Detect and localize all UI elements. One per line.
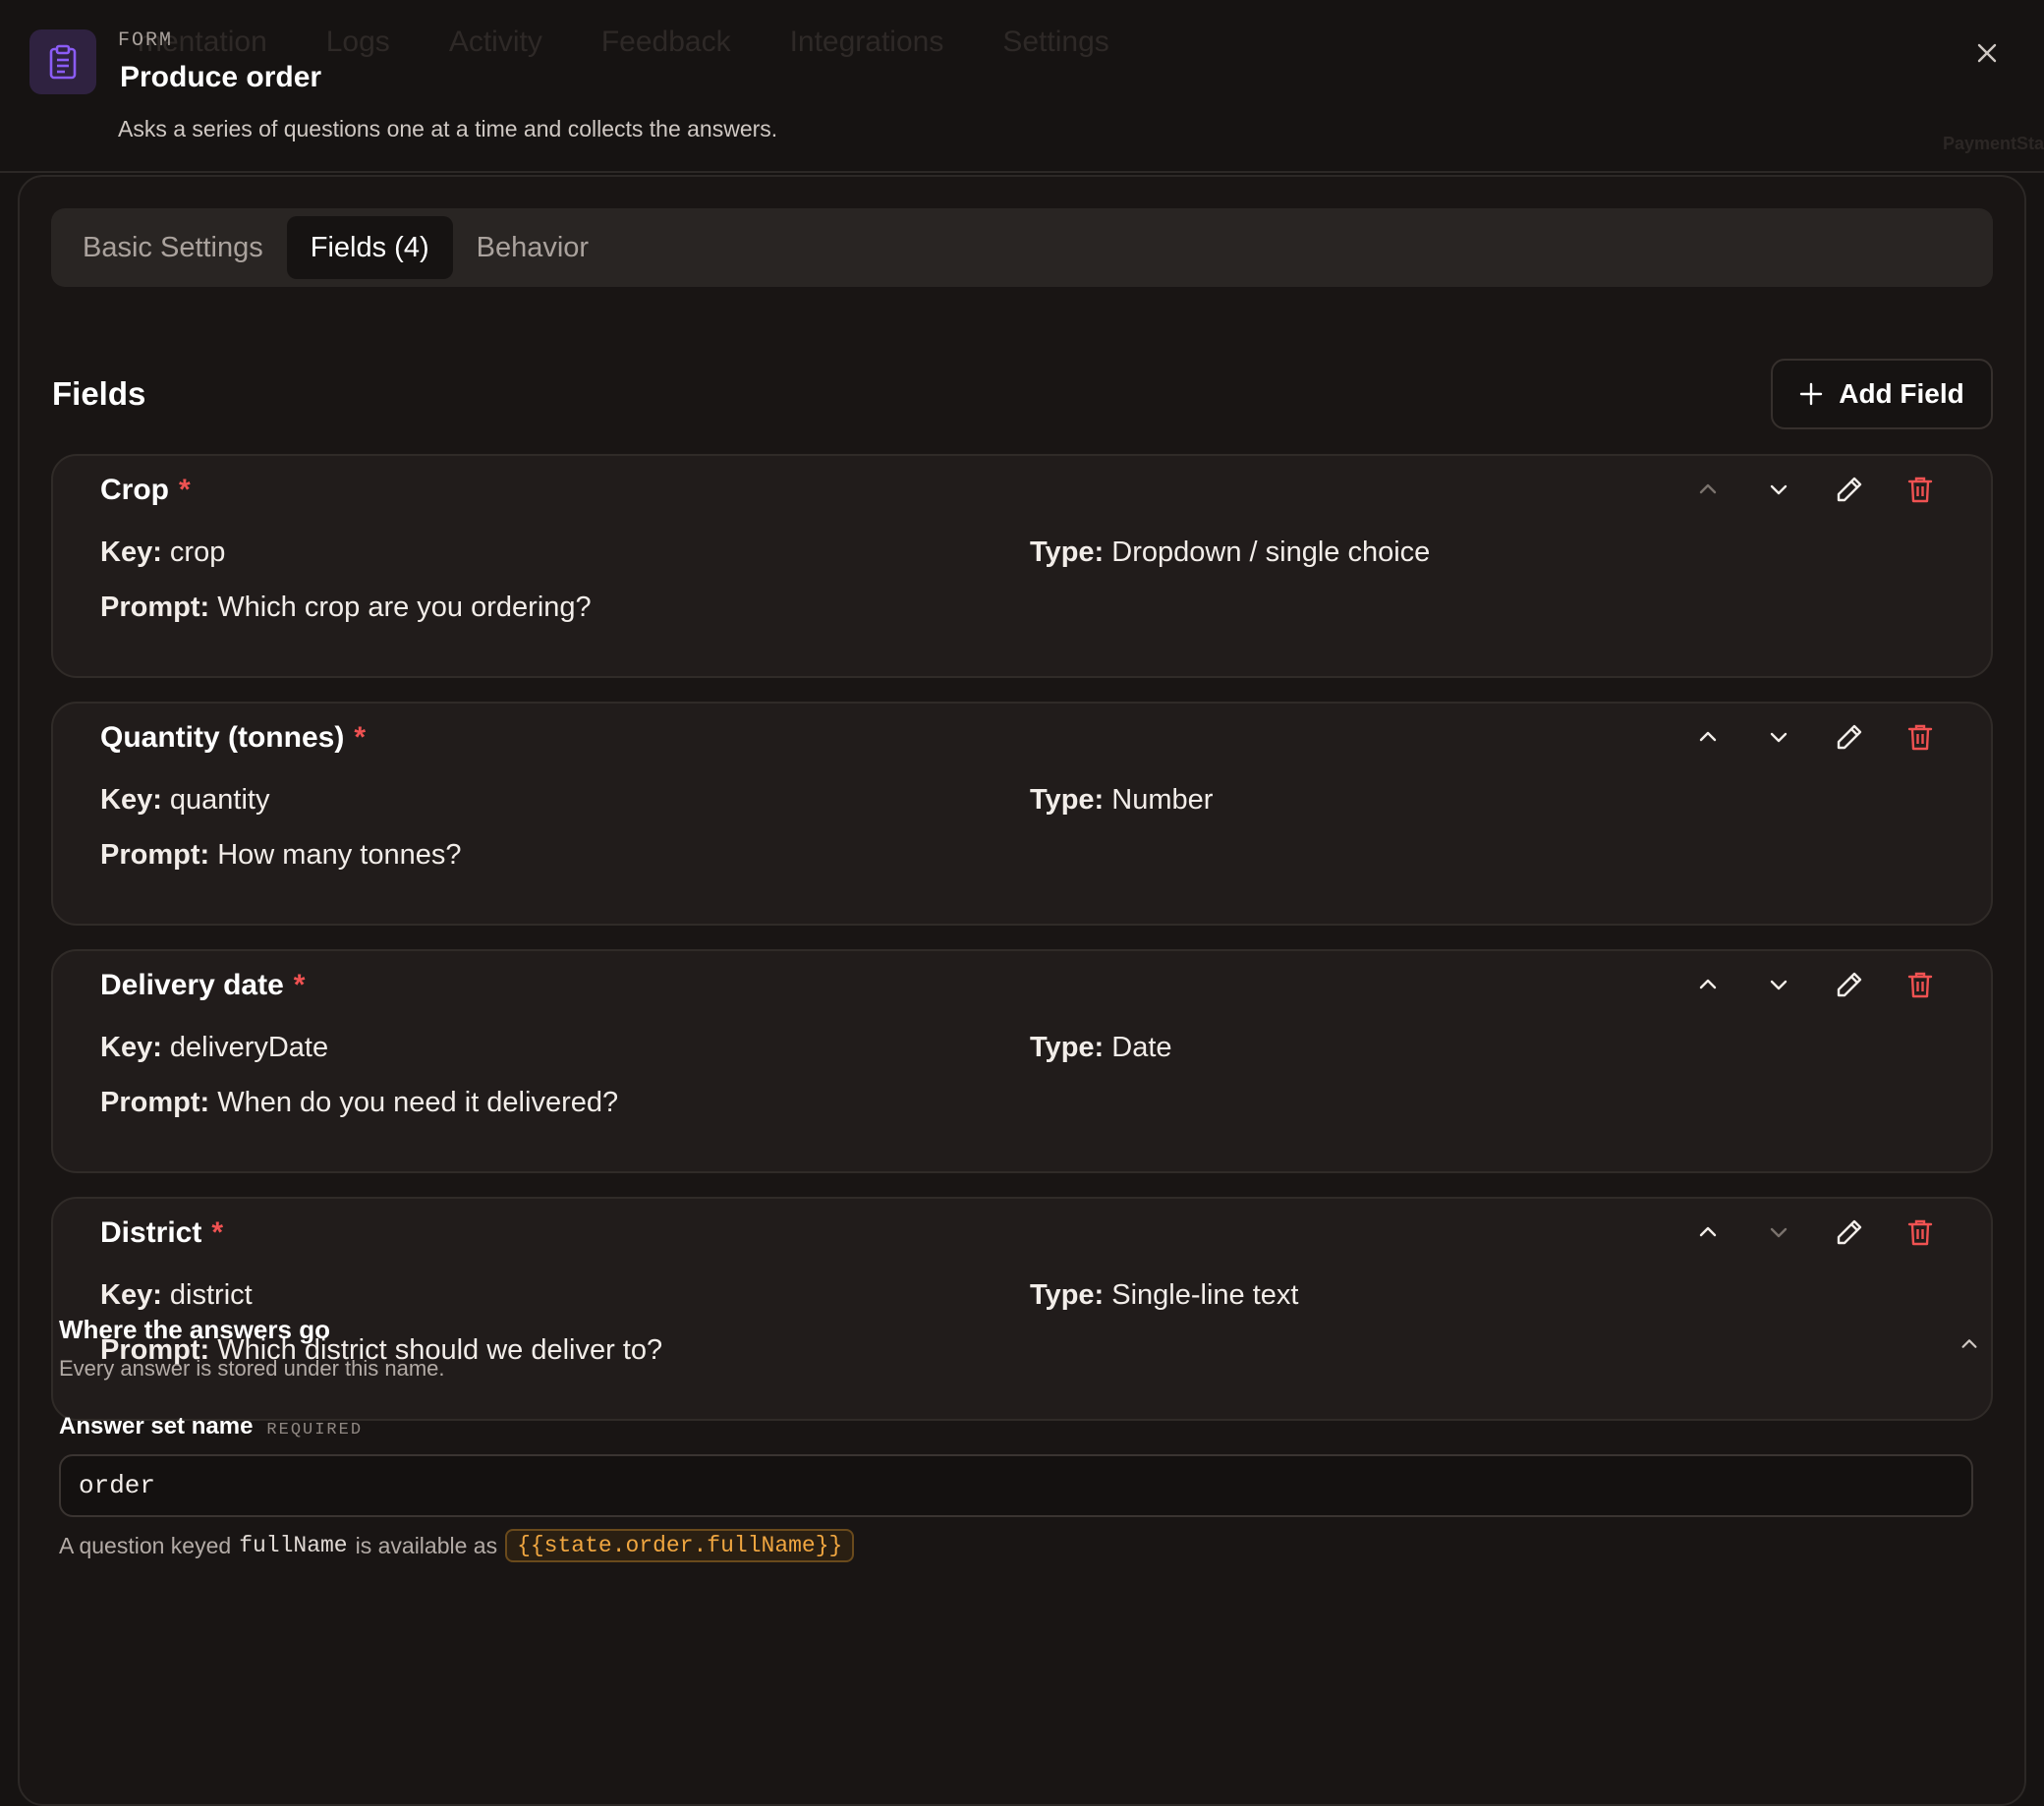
field-label: Delivery date (100, 969, 284, 1001)
field-label: Quantity (tonnes) (100, 721, 345, 754)
chevron-down-icon (1770, 1227, 1788, 1238)
tab-behavior[interactable]: Behavior (453, 216, 612, 279)
field-key: Key: deliveryDate (100, 1032, 329, 1063)
field-title: Quantity (tonnes) * (100, 721, 366, 755)
fields-heading: Fields (52, 375, 146, 412)
modal-header: FORM Produce order Asks a series of ques… (0, 0, 2044, 173)
chevron-up-icon (1699, 483, 1717, 494)
answer-set-name-label: Answer set name REQUIRED (59, 1413, 364, 1439)
modal-title: Produce order (120, 61, 322, 93)
required-marker: * (179, 474, 191, 506)
pencil-icon (1837, 724, 1862, 750)
hint-key: fullName (239, 1533, 348, 1558)
field-key: Key: quantity (100, 784, 270, 816)
modal-description: Asks a series of questions one at a time… (118, 116, 778, 141)
field-title: District * (100, 1216, 223, 1250)
trash-icon (1907, 972, 1933, 998)
chevron-up-icon (1699, 731, 1717, 742)
move-up-button[interactable] (1688, 965, 1728, 1004)
chevron-down-icon (1770, 732, 1788, 743)
trash-icon (1907, 477, 1933, 503)
field-actions (1688, 1213, 1940, 1252)
node-kind-label: FORM (118, 29, 174, 52)
edit-field-button[interactable] (1830, 965, 1869, 1004)
field-type: Type: Date (1030, 1032, 1172, 1063)
delete-field-button[interactable] (1901, 965, 1940, 1004)
chevron-up-icon (1961, 1339, 1977, 1348)
move-up-button[interactable] (1688, 717, 1728, 757)
plus-icon (1800, 382, 1823, 406)
field-key: Key: crop (100, 536, 226, 568)
field-card: Crop * Key: crop Type: Dropdown / single … (51, 454, 1993, 678)
field-actions (1688, 470, 1940, 509)
chevron-down-icon (1770, 980, 1788, 990)
edit-field-button[interactable] (1830, 717, 1869, 757)
field-key: Key: district (100, 1279, 253, 1311)
field-type: Type: Single-line text (1030, 1279, 1299, 1311)
answers-section-subtitle: Every answer is stored under this name. (59, 1356, 445, 1381)
field-prompt: Prompt: Which crop are you ordering? (100, 592, 592, 623)
chevron-up-icon (1699, 979, 1717, 989)
delete-field-button[interactable] (1901, 717, 1940, 757)
move-down-button[interactable] (1759, 717, 1798, 757)
field-actions (1688, 965, 1940, 1004)
answer-hint: A question keyed fullName is available a… (59, 1529, 855, 1562)
answer-set-name-input[interactable] (59, 1454, 1973, 1517)
required-marker: * (211, 1216, 224, 1249)
clipboard-icon (29, 29, 96, 94)
trash-icon (1907, 724, 1933, 751)
field-card: Delivery date * Key: deliveryDate Type: D… (51, 949, 1993, 1173)
move-down-button[interactable] (1759, 470, 1798, 509)
field-card: District * Key: district Type: Single-lin… (51, 1197, 1993, 1421)
field-prompt: Prompt: When do you need it delivered? (100, 1087, 619, 1118)
close-button[interactable] (1969, 35, 2005, 71)
field-title: Delivery date * (100, 969, 305, 1002)
field-actions (1688, 717, 1940, 757)
edit-field-button[interactable] (1830, 470, 1869, 509)
add-field-label: Add Field (1839, 378, 1964, 409)
tab-bar: Basic Settings Fields (4) Behavior (51, 208, 1993, 287)
close-icon (1977, 43, 1997, 63)
collapse-section-button[interactable] (1952, 1326, 1987, 1362)
edit-field-button[interactable] (1830, 1213, 1869, 1252)
field-title: Crop * (100, 474, 191, 507)
chevron-up-icon (1699, 1226, 1717, 1237)
move-down-button[interactable] (1759, 965, 1798, 1004)
field-type: Type: Dropdown / single choice (1030, 536, 1431, 568)
answers-section-title: Where the answers go (59, 1315, 330, 1344)
move-down-button[interactable] (1759, 1213, 1798, 1252)
field-card: Quantity (tonnes) * Key: quantity Type: N… (51, 702, 1993, 926)
state-token: {{state.order.fullName}} (505, 1529, 855, 1562)
trash-icon (1907, 1219, 1933, 1246)
pencil-icon (1837, 1219, 1862, 1245)
field-label: District (100, 1216, 202, 1249)
required-marker: * (293, 969, 306, 1001)
move-up-button[interactable] (1688, 470, 1728, 509)
delete-field-button[interactable] (1901, 470, 1940, 509)
tab-basic-settings[interactable]: Basic Settings (59, 216, 287, 279)
add-field-button[interactable]: Add Field (1771, 359, 1993, 429)
field-label: Crop (100, 474, 169, 506)
move-up-button[interactable] (1688, 1213, 1728, 1252)
delete-field-button[interactable] (1901, 1213, 1940, 1252)
required-marker: * (354, 721, 367, 754)
required-tag: REQUIRED (266, 1421, 364, 1439)
tab-fields[interactable]: Fields (4) (286, 216, 453, 279)
field-type: Type: Number (1030, 784, 1214, 816)
pencil-icon (1837, 972, 1862, 997)
field-prompt: Prompt: How many tonnes? (100, 839, 462, 871)
chevron-down-icon (1770, 484, 1788, 495)
pencil-icon (1837, 477, 1862, 502)
